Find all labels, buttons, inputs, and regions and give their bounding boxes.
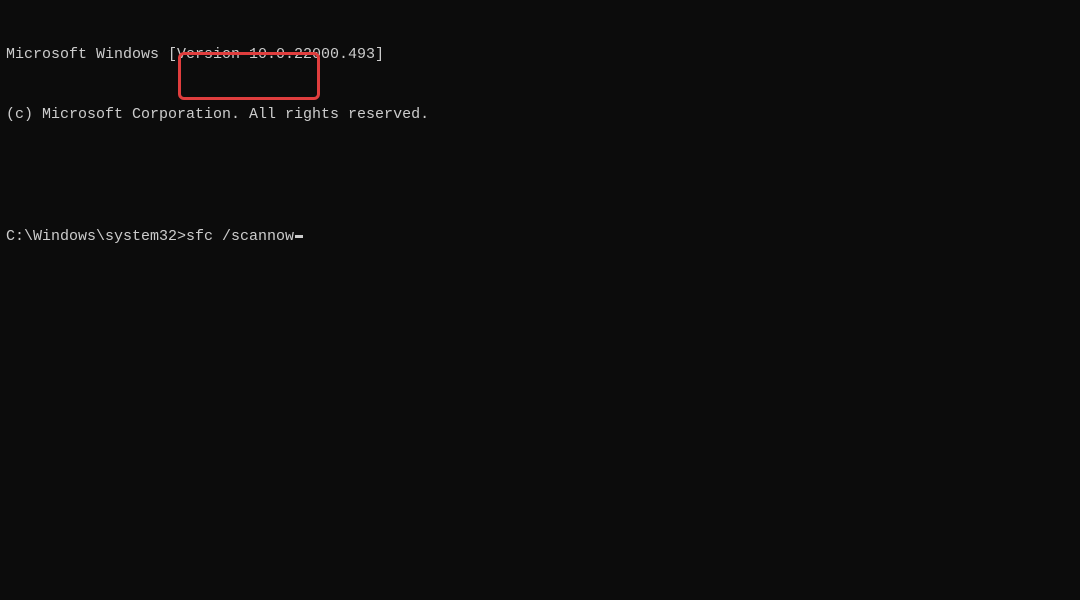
blank-line: [6, 166, 1074, 186]
command-input[interactable]: sfc /scannow: [186, 227, 294, 247]
command-prompt-terminal[interactable]: Microsoft Windows [Version 10.0.22000.49…: [0, 0, 1080, 271]
prompt-line[interactable]: C:\Windows\system32>sfc /scannow: [6, 227, 1074, 247]
prompt-path: C:\Windows\system32>: [6, 227, 186, 247]
text-cursor: [295, 235, 303, 238]
copyright-line: (c) Microsoft Corporation. All rights re…: [6, 105, 1074, 125]
version-line: Microsoft Windows [Version 10.0.22000.49…: [6, 45, 1074, 65]
